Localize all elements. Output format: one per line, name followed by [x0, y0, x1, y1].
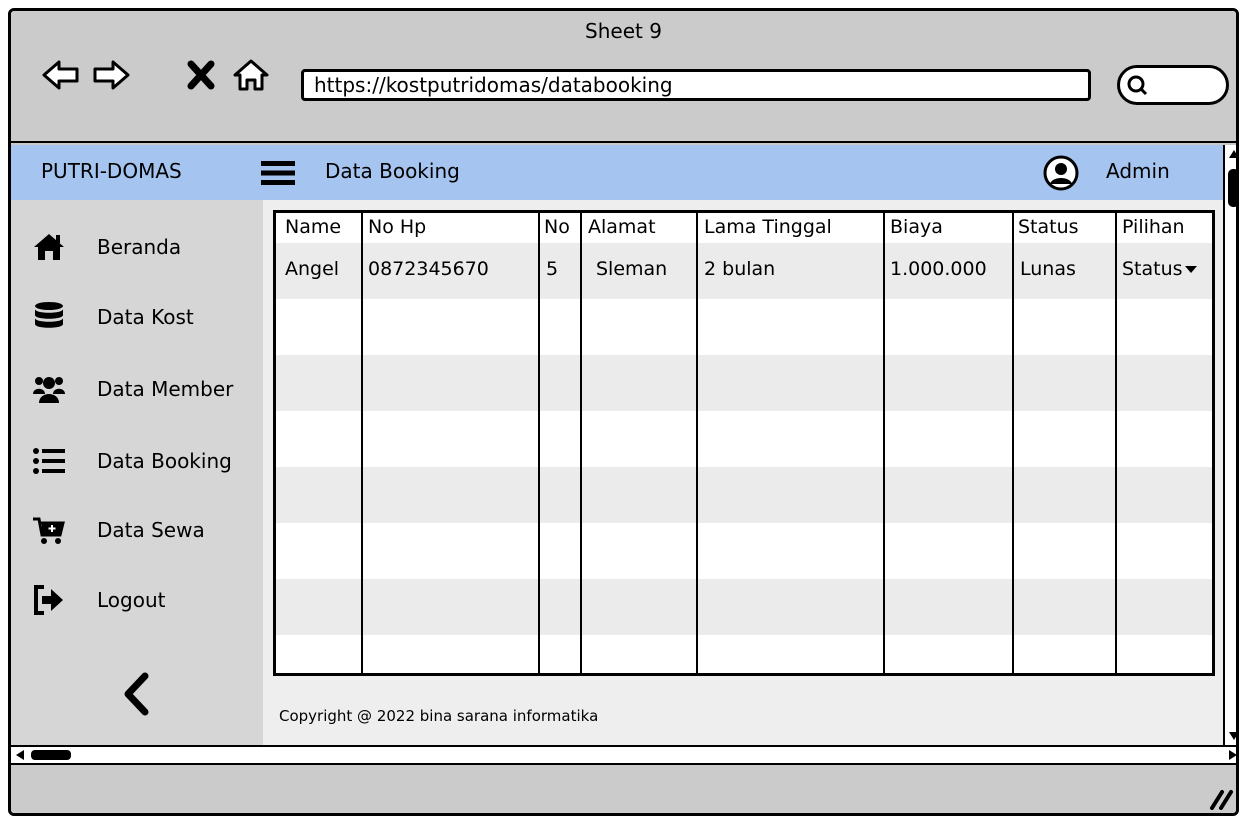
table-row: [276, 635, 1212, 673]
sidebar-item-label: Logout: [97, 588, 166, 612]
table-row: [276, 299, 1212, 355]
column-header-name[interactable]: Name: [285, 216, 341, 238]
status-select-value: Status: [1122, 258, 1183, 280]
cell-no: 5: [546, 258, 559, 280]
back-arrow-icon[interactable]: [39, 57, 83, 93]
list-icon: [29, 441, 69, 481]
page-title: Data Booking: [325, 159, 460, 183]
cell-alamat: Sleman: [596, 258, 668, 280]
sidebar-item-logout[interactable]: Logout: [29, 578, 254, 622]
scroll-down-icon[interactable]: [1227, 729, 1239, 743]
main-content: Name No Hp No Alamat Lama Tinggal Biaya …: [263, 200, 1223, 745]
cell-biaya: 1.000.000: [890, 258, 987, 280]
column-divider: [1012, 213, 1014, 673]
users-icon: [29, 369, 69, 409]
sidebar: Beranda Data Kost Data Member Data Booki…: [11, 200, 263, 745]
sidebar-item-label: Data Kost: [97, 305, 194, 329]
horizontal-scroll-thumb[interactable]: [31, 750, 71, 760]
resize-grip-icon[interactable]: [1208, 788, 1234, 810]
table-row: [276, 523, 1212, 579]
home-icon: [29, 227, 69, 267]
vertical-scrollbar[interactable]: [1223, 145, 1239, 745]
url-bar[interactable]: https://kostputridomas/databooking: [301, 69, 1091, 101]
cell-no-hp: 0872345670: [368, 258, 489, 280]
sidebar-item-label: Beranda: [97, 235, 182, 259]
app-area: PUTRI-DOMAS Data Booking Admin Beranda D…: [11, 145, 1223, 745]
status-select[interactable]: Status: [1122, 258, 1198, 280]
column-header-lama-tinggal[interactable]: Lama Tinggal: [704, 216, 832, 238]
vertical-scroll-thumb[interactable]: [1228, 169, 1236, 207]
home-icon[interactable]: [229, 57, 273, 93]
column-header-status[interactable]: Status: [1018, 216, 1079, 238]
close-icon[interactable]: [179, 57, 223, 93]
horizontal-scrollbar[interactable]: [11, 745, 1239, 765]
scroll-left-icon[interactable]: [13, 748, 27, 762]
column-divider: [696, 213, 698, 673]
cell-status: Lunas: [1020, 258, 1076, 280]
sidebar-item-data-sewa[interactable]: Data Sewa: [29, 508, 254, 552]
user-name[interactable]: Admin: [1106, 159, 1170, 183]
top-bar: PUTRI-DOMAS Data Booking Admin: [11, 145, 1223, 200]
caret-down-icon: [1184, 266, 1197, 273]
search-icon: [1127, 75, 1148, 96]
scroll-right-icon[interactable]: [1226, 748, 1239, 762]
sidebar-item-beranda[interactable]: Beranda: [29, 225, 254, 269]
table-row: [276, 579, 1212, 635]
status-bar: [11, 765, 1236, 813]
browser-chrome: Sheet 9 https://kostputridomas/databooki…: [11, 11, 1236, 143]
sidebar-item-data-booking[interactable]: Data Booking: [29, 439, 254, 483]
column-divider: [883, 213, 885, 673]
booking-table: Name No Hp No Alamat Lama Tinggal Biaya …: [273, 210, 1215, 676]
column-header-biaya[interactable]: Biaya: [890, 216, 943, 238]
sidebar-item-label: Data Booking: [97, 449, 232, 473]
column-divider: [580, 213, 582, 673]
forward-arrow-icon[interactable]: [89, 57, 133, 93]
search-box[interactable]: [1117, 65, 1229, 105]
scroll-up-icon[interactable]: [1227, 147, 1239, 161]
column-divider: [361, 213, 363, 673]
browser-window: Sheet 9 https://kostputridomas/databooki…: [8, 8, 1239, 816]
sidebar-item-data-member[interactable]: Data Member: [29, 367, 254, 411]
column-divider: [1115, 213, 1117, 673]
table-row: [276, 355, 1212, 411]
cart-icon: [29, 510, 69, 550]
table-row: [276, 411, 1212, 467]
column-divider: [538, 213, 540, 673]
chevron-left-icon[interactable]: [119, 672, 153, 716]
sidebar-item-label: Data Member: [97, 377, 234, 401]
table-row: [276, 467, 1212, 523]
cell-lama-tinggal: 2 bulan: [704, 258, 776, 280]
cell-name: Angel: [285, 258, 340, 280]
database-icon: [29, 297, 69, 337]
column-header-no-hp[interactable]: No Hp: [368, 216, 426, 238]
window-title: Sheet 9: [585, 19, 662, 43]
sidebar-item-label: Data Sewa: [97, 518, 205, 542]
logout-icon: [29, 580, 69, 620]
brand-label: PUTRI-DOMAS: [41, 159, 182, 183]
user-avatar-icon[interactable]: [1043, 155, 1079, 191]
hamburger-menu-icon[interactable]: [261, 159, 295, 187]
column-header-alamat[interactable]: Alamat: [588, 216, 656, 238]
column-header-no[interactable]: No: [544, 216, 570, 238]
copyright-text: Copyright @ 2022 bina sarana informatika: [279, 707, 599, 725]
sidebar-item-data-kost[interactable]: Data Kost: [29, 295, 254, 339]
column-header-pilihan[interactable]: Pilihan: [1122, 216, 1185, 238]
